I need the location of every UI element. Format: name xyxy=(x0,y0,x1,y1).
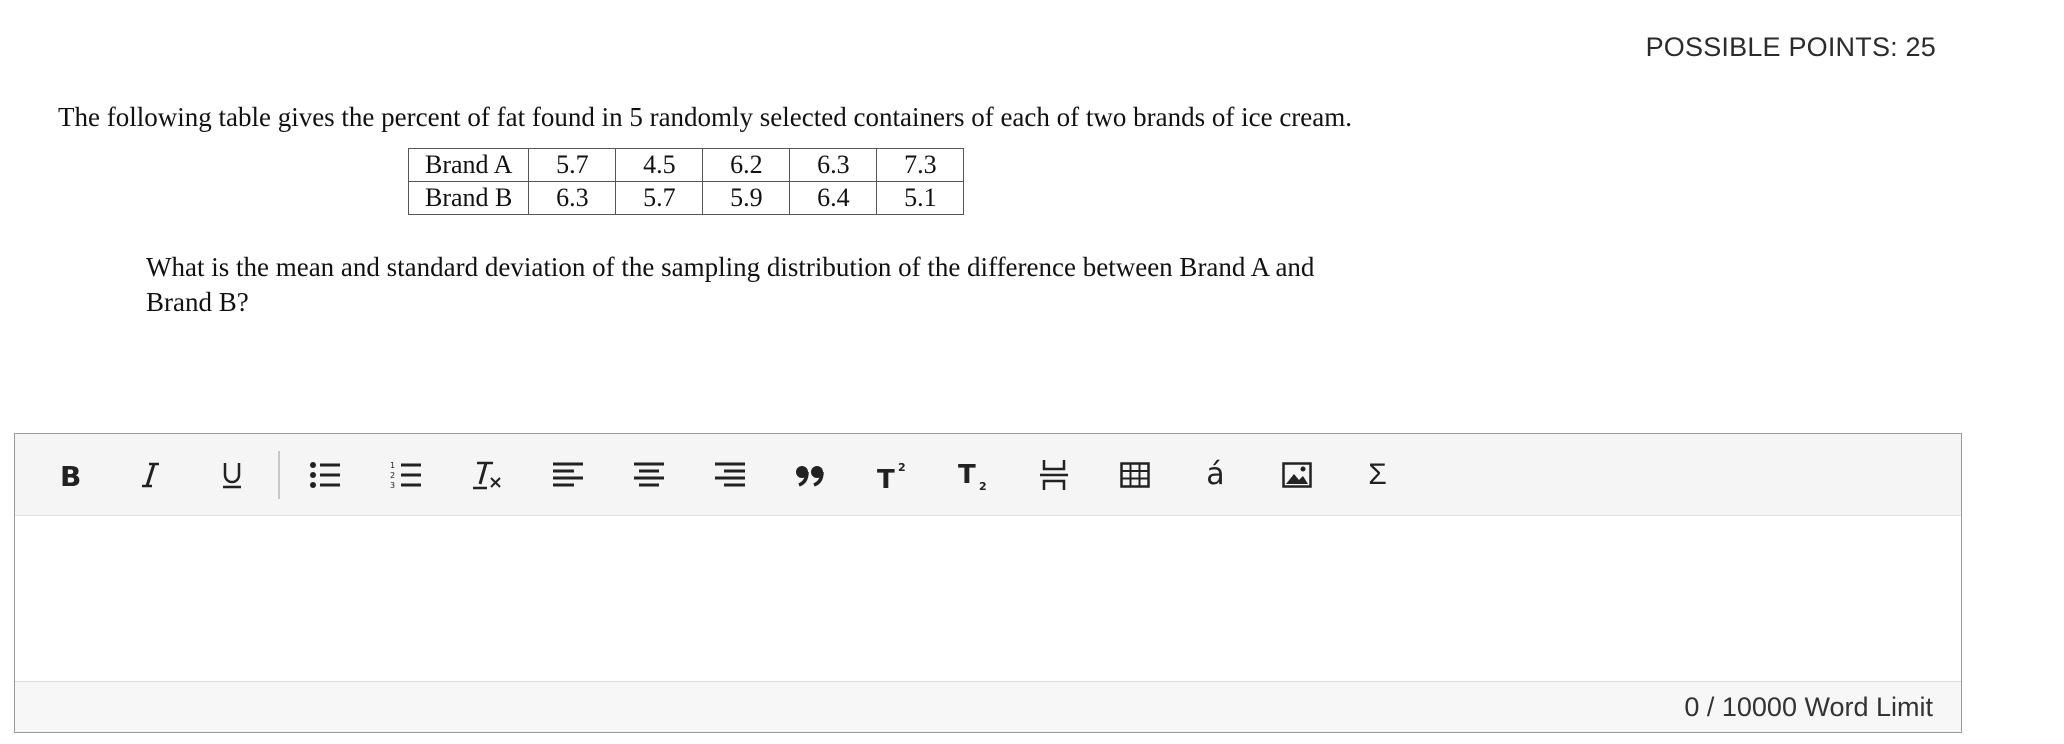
toolbar-divider xyxy=(278,450,280,499)
bulleted-list-button[interactable] xyxy=(284,447,365,503)
superscript-icon: T 2 xyxy=(877,461,906,490)
table-button[interactable] xyxy=(1094,447,1175,503)
align-center-icon xyxy=(633,462,664,486)
svg-text:B: B xyxy=(60,461,81,489)
italic-button[interactable] xyxy=(110,447,191,503)
clear-formatting-icon xyxy=(472,461,501,489)
italic-icon xyxy=(141,462,159,487)
sigma-icon: Σ xyxy=(1368,457,1387,491)
image-button[interactable] xyxy=(1256,447,1337,503)
numbered-list-button[interactable]: 1 2 3 xyxy=(365,447,446,503)
table-cell-brand: Brand B xyxy=(407,181,530,215)
page-break-icon xyxy=(1039,459,1068,490)
align-right-button[interactable] xyxy=(689,447,770,503)
table-cell: 5.1 xyxy=(876,181,965,215)
question-body: The following table gives the percent of… xyxy=(58,100,1358,317)
table-cell: 6.2 xyxy=(702,148,791,182)
question-intro: The following table gives the percent of… xyxy=(58,102,1353,132)
numbered-list-icon: 1 2 3 xyxy=(390,461,421,490)
accent-char-icon: á xyxy=(1206,456,1225,492)
possible-points: POSSIBLE POINTS: 25 xyxy=(1645,32,1936,62)
svg-text:T: T xyxy=(958,460,976,490)
special-character-button[interactable]: á xyxy=(1175,447,1256,503)
superscript-button[interactable]: T 2 xyxy=(851,447,932,503)
svg-text:2: 2 xyxy=(390,471,395,480)
table-cell-brand: Brand A xyxy=(407,148,530,182)
bulleted-list-icon xyxy=(309,461,340,488)
underline-button[interactable] xyxy=(191,447,272,503)
align-center-button[interactable] xyxy=(608,447,689,503)
align-left-icon xyxy=(552,462,583,486)
align-right-icon xyxy=(714,462,745,486)
table-cell: 7.3 xyxy=(876,148,965,182)
clear-formatting-button[interactable] xyxy=(446,447,527,503)
word-count: 0 / 10000 Word Limit xyxy=(1684,692,1933,722)
table-cell: 4.5 xyxy=(615,148,704,182)
svg-text:3: 3 xyxy=(390,481,395,490)
bold-button[interactable]: B xyxy=(29,447,110,503)
quote-icon xyxy=(795,465,824,487)
answer-editor: B 1 2 3 T 2 T 2 á Σ 0 / 10000 Word Limit xyxy=(14,433,1962,733)
editor-status-bar: 0 / 10000 Word Limit xyxy=(15,681,1961,732)
table-row: Brand B 6.3 5.7 5.9 6.4 5.1 xyxy=(407,181,965,215)
fat-percent-table: Brand A 5.7 4.5 6.2 6.3 7.3 Brand B 6.3 … xyxy=(407,148,965,215)
subscript-button[interactable]: T 2 xyxy=(932,447,1013,503)
svg-text:T: T xyxy=(877,465,895,490)
blockquote-button[interactable] xyxy=(770,447,851,503)
table-cell: 6.3 xyxy=(789,148,878,182)
table-icon xyxy=(1119,461,1150,488)
svg-text:2: 2 xyxy=(979,480,987,491)
question-prompt: What is the mean and standard deviation … xyxy=(146,252,1315,317)
page-break-button[interactable] xyxy=(1013,447,1094,503)
underline-icon xyxy=(222,462,241,488)
table-cell: 6.4 xyxy=(789,181,878,215)
editor-toolbar: B 1 2 3 T 2 T 2 á Σ xyxy=(15,434,1961,516)
table-cell: 5.7 xyxy=(528,148,617,182)
image-icon xyxy=(1281,461,1312,488)
subscript-icon: T 2 xyxy=(958,460,987,491)
table-cell: 5.9 xyxy=(702,181,791,215)
answer-input-area[interactable] xyxy=(15,516,1961,679)
math-equation-button[interactable]: Σ xyxy=(1337,447,1418,503)
align-left-button[interactable] xyxy=(527,447,608,503)
table-cell: 6.3 xyxy=(528,181,617,215)
table-row: Brand A 5.7 4.5 6.2 6.3 7.3 xyxy=(407,148,965,182)
svg-text:1: 1 xyxy=(390,461,395,470)
table-cell: 5.7 xyxy=(615,181,704,215)
svg-text:2: 2 xyxy=(898,461,906,474)
bold-icon: B xyxy=(60,461,81,489)
